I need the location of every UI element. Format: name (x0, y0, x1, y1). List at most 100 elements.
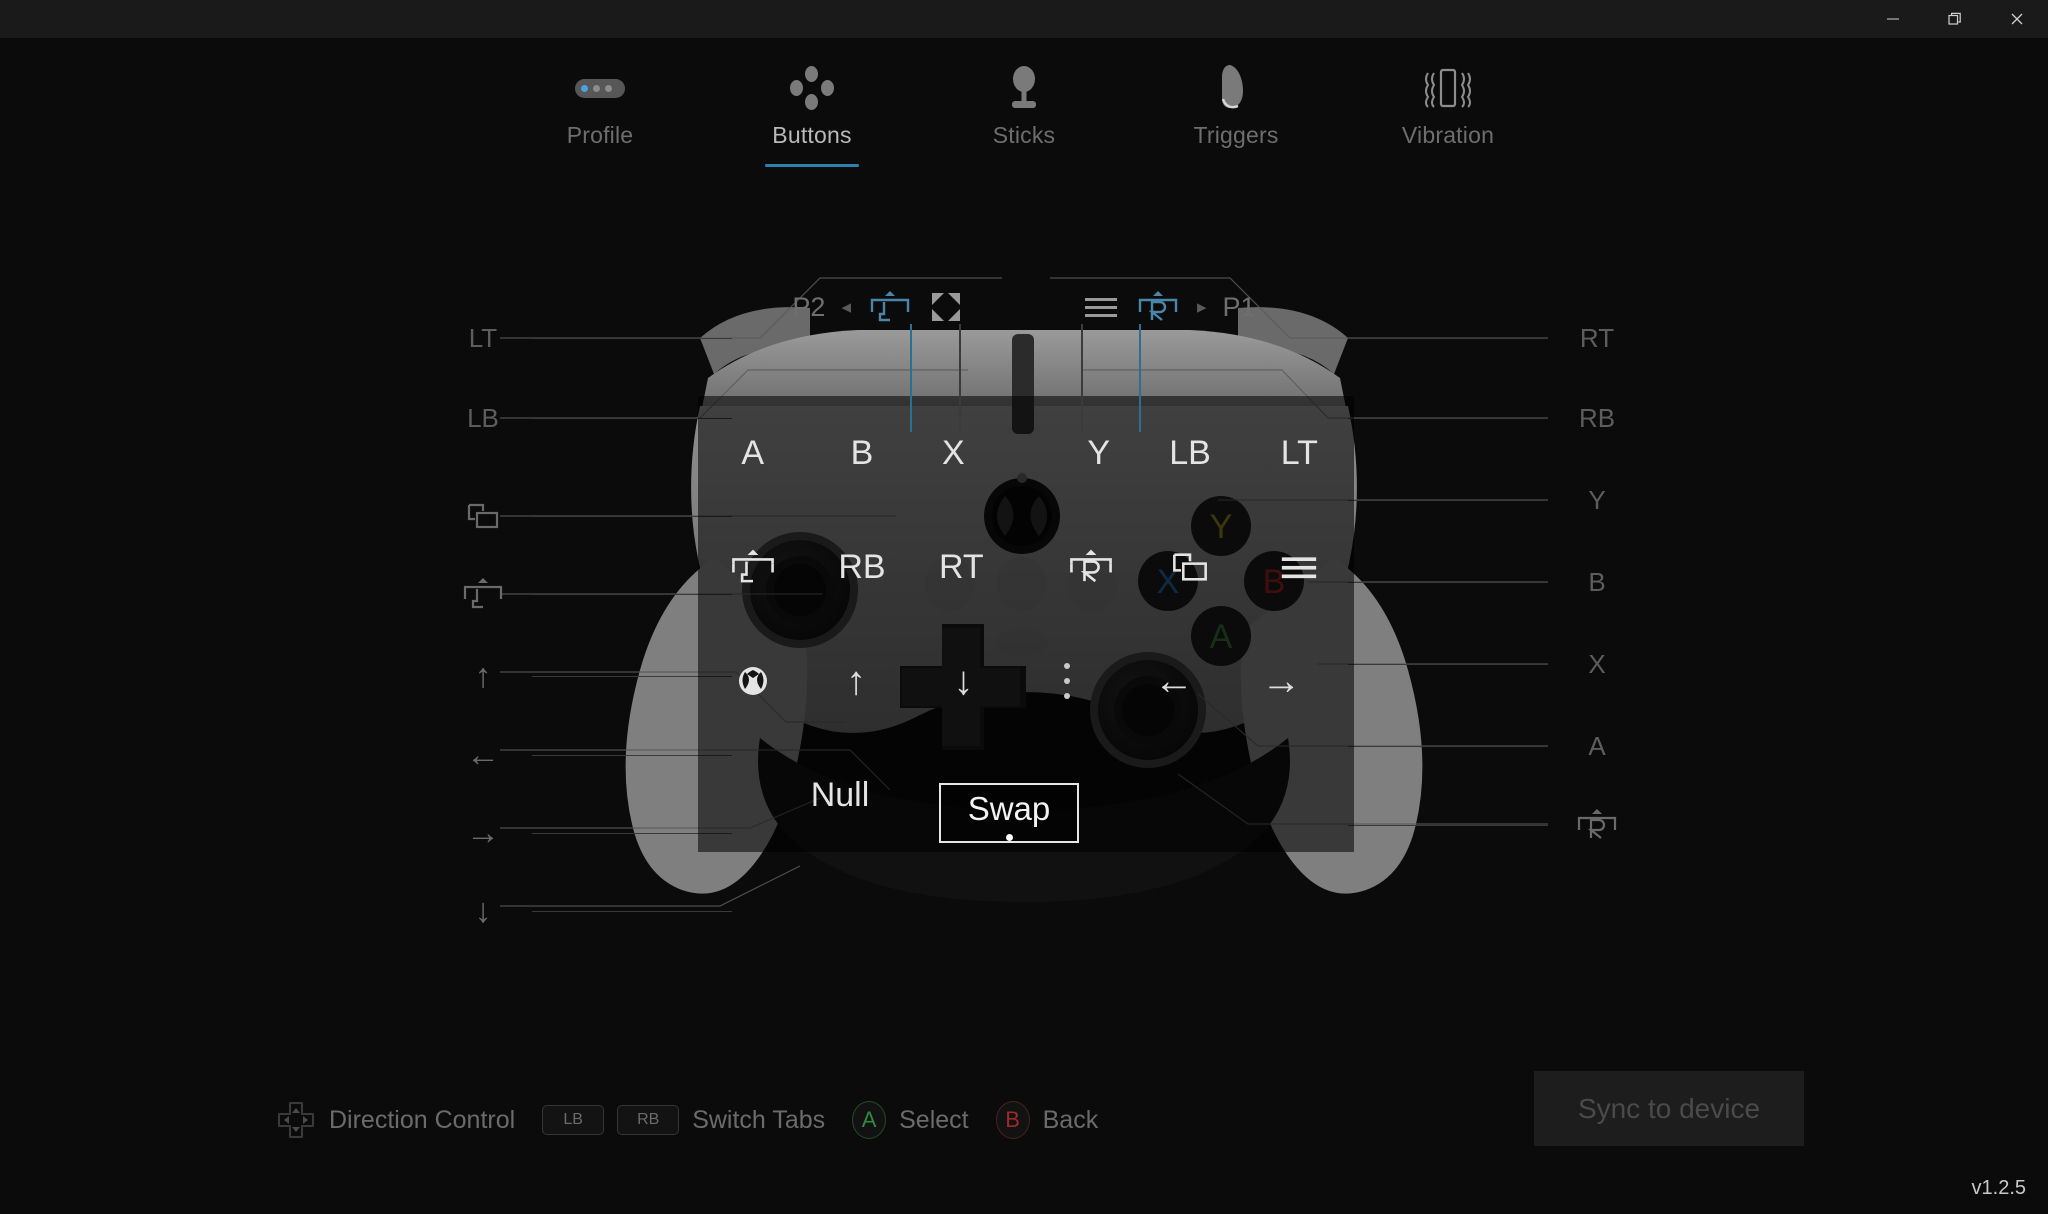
grid-cell-dpad-left[interactable]: ← (1119, 624, 1228, 738)
menu-icon (1279, 552, 1319, 582)
grid-cell-dpad-up[interactable]: ↑ (801, 624, 910, 738)
maximize-button[interactable] (1924, 0, 1986, 38)
callout-leader (1348, 581, 1548, 583)
callout-left-lt: LT (440, 321, 732, 355)
callout-label: ↓ (474, 892, 492, 930)
callout-right-y: Y (1348, 483, 1640, 517)
callout-label: Y (1588, 484, 1606, 515)
callout-label: X (1588, 648, 1606, 679)
grid-cell-right-paddle[interactable] (1036, 510, 1145, 624)
hint-label-switch-tabs: Switch Tabs (692, 1105, 826, 1134)
grid-cell-view[interactable] (1135, 510, 1244, 624)
grid-cell-blank-4 (1135, 738, 1244, 852)
grid-cell-null[interactable]: Null (785, 738, 894, 852)
callout-left-paddle (440, 577, 732, 611)
grid-cell-x[interactable]: X (899, 396, 1008, 510)
minimize-icon (1887, 18, 1899, 20)
grid-cell-menu[interactable] (1245, 510, 1354, 624)
callout-right-b: B (1348, 565, 1640, 599)
selected-dot-indicator (1005, 834, 1013, 841)
callout-leader (1348, 417, 1548, 419)
callout-leader (1348, 337, 1548, 339)
player-label-p2: P2 (792, 291, 826, 322)
callout-left-lb: LB (440, 401, 732, 435)
player-selector-row: P2 ◂ ▸ P1 (0, 290, 2048, 324)
hint-label-direction-control: Direction Control (329, 1105, 516, 1134)
hint-label-back: Back (1042, 1105, 1099, 1134)
b-button-icon: B (995, 1101, 1030, 1139)
hint-select: A Select (852, 1101, 969, 1139)
callout-label: RB (1578, 402, 1616, 433)
version-label: v1.2.5 (1971, 1177, 2026, 1199)
app-body: Profile Buttons Sticks Triggers Vibratio… (0, 38, 2048, 1214)
swap-button[interactable]: Swap (939, 783, 1079, 843)
callout-leader (1348, 663, 1548, 665)
grid-cell-dpad-down[interactable]: ↓ (909, 624, 1018, 738)
dpad-icon (276, 1100, 316, 1140)
grid-cell-a[interactable]: A (698, 396, 807, 510)
sync-to-device-button[interactable]: Sync to device (1534, 1071, 1804, 1146)
callout-left-leftarrow: ← (440, 738, 732, 772)
callout-label: LT (468, 322, 498, 353)
right-paddle-icon (1554, 808, 1640, 842)
view-icon (440, 499, 526, 533)
left-paddle-icon (440, 577, 526, 611)
menu-icon[interactable] (1083, 293, 1119, 321)
grid-cell-left-paddle[interactable] (698, 510, 807, 624)
callout-label: RT (1579, 322, 1615, 353)
callout-label: LB (467, 402, 499, 433)
keycap-lb[interactable]: LB (542, 1105, 605, 1135)
callout-leader (1348, 745, 1548, 747)
minimize-button[interactable] (1862, 0, 1924, 38)
callout-right-rt: RT (1348, 321, 1640, 355)
restore-icon (1948, 12, 1961, 25)
left-paddle-icon (728, 548, 778, 586)
grid-cell-xbox[interactable] (698, 624, 807, 738)
grid-cell-blank-5 (1245, 738, 1354, 852)
close-icon (2011, 13, 2023, 25)
callout-right-rb: RB (1348, 401, 1640, 435)
a-button-icon: A (852, 1101, 887, 1139)
grid-cell-rb[interactable]: RB (807, 510, 916, 624)
vertical-dots-icon (1063, 663, 1070, 699)
callout-label: → (466, 814, 500, 852)
window-titlebar (0, 0, 2048, 38)
callout-right-paddle (1348, 808, 1640, 842)
callout-left-up: ↑ (440, 659, 732, 693)
keycap-rb[interactable]: RB (617, 1105, 680, 1135)
callout-right-x: X (1348, 647, 1640, 681)
swap-button-label: Swap (967, 790, 1051, 827)
expand-icon[interactable] (929, 290, 963, 324)
right-paddle-icon[interactable] (1135, 290, 1181, 324)
grid-cell-separator (1012, 624, 1121, 738)
prev-arrow-icon[interactable]: ◂ (841, 296, 851, 319)
grid-cell-lb[interactable]: LB (1135, 396, 1244, 510)
guide-line-right-paddle (1139, 324, 1141, 432)
callout-label: A (1588, 730, 1606, 761)
grid-cell-dpad-right[interactable]: → (1227, 624, 1336, 738)
callout-left-down: ↓ (440, 894, 732, 928)
close-button[interactable] (1986, 0, 2048, 38)
callout-left-rightarrow: → (440, 816, 732, 850)
callout-leader (1348, 824, 1548, 826)
callout-label: ← (466, 736, 500, 774)
callout-label: B (1588, 566, 1606, 597)
next-arrow-icon[interactable]: ▸ (1197, 296, 1207, 319)
guide-line-left-paddle (910, 324, 912, 432)
callout-leader (1348, 499, 1548, 501)
hint-direction-control: Direction Control (276, 1100, 515, 1140)
right-paddle-icon (1066, 548, 1116, 586)
controller-scene: Y X B A (0, 38, 2048, 1214)
xbox-icon (736, 664, 770, 698)
grid-cell-lt[interactable]: LT (1245, 396, 1354, 510)
hint-switch-tabs: LB RB Switch Tabs (542, 1105, 825, 1135)
left-paddle-icon[interactable] (867, 290, 913, 324)
guide-line-menu (1081, 324, 1083, 432)
grid-cell-rt[interactable]: RT (907, 510, 1016, 624)
callout-left-view (440, 499, 732, 533)
view-icon (1171, 551, 1209, 583)
callout-right-a: A (1348, 729, 1640, 763)
player-selector-right: ▸ P1 (1083, 290, 1256, 324)
callout-leader (532, 337, 732, 339)
callout-leader (532, 910, 732, 912)
